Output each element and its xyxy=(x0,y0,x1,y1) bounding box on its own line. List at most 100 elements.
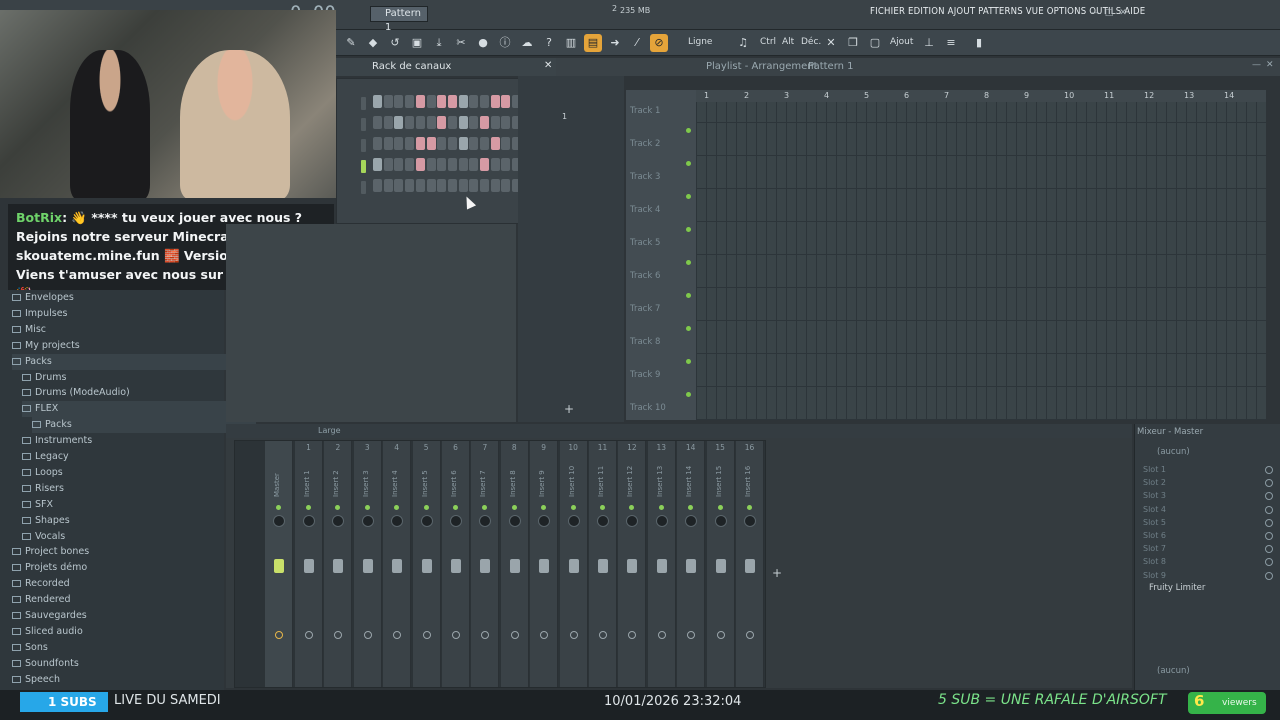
step-button[interactable] xyxy=(415,158,425,171)
step-button[interactable] xyxy=(437,116,447,129)
browser-item[interactable]: Recorded xyxy=(12,576,70,592)
insert-led[interactable] xyxy=(335,505,341,510)
step-button[interactable] xyxy=(447,158,457,171)
step-button[interactable] xyxy=(373,137,382,150)
step-button[interactable] xyxy=(447,95,457,108)
step-button[interactable] xyxy=(383,158,393,171)
step-button[interactable] xyxy=(447,137,457,150)
limiter-slot[interactable]: Fruity Limiter xyxy=(1149,583,1205,593)
step-button[interactable] xyxy=(415,137,425,150)
insert-strip[interactable]: 4 Insert 4 xyxy=(383,441,412,687)
insert-fader[interactable] xyxy=(509,559,520,573)
insert-pan-knob[interactable] xyxy=(332,515,345,527)
step-button[interactable] xyxy=(437,179,447,192)
track-label[interactable]: Track 7 xyxy=(630,304,660,314)
step-button[interactable] xyxy=(458,137,468,150)
insert-led[interactable] xyxy=(747,505,752,510)
insert-strip[interactable]: 2 Insert 2 xyxy=(324,441,353,687)
insert-route-icon[interactable] xyxy=(569,631,578,639)
browser-item[interactable]: Soundfonts xyxy=(12,656,79,672)
step-button[interactable] xyxy=(383,179,393,192)
channel-led[interactable] xyxy=(361,97,366,110)
copy-icon[interactable]: ❐ xyxy=(844,34,862,52)
insert-led[interactable] xyxy=(658,505,664,510)
playlist-close-icon[interactable]: ✕ xyxy=(1266,60,1274,70)
step-button[interactable] xyxy=(405,137,415,150)
info-icon[interactable]: ⓘ xyxy=(496,34,514,52)
step-button[interactable] xyxy=(490,158,500,171)
step-button[interactable] xyxy=(480,158,489,171)
step-button[interactable] xyxy=(373,158,382,171)
scissors-icon[interactable]: ✕ xyxy=(822,34,840,52)
insert-fader[interactable] xyxy=(392,559,403,573)
insert-route-icon[interactable] xyxy=(746,631,754,639)
ajout-button[interactable]: Ajout xyxy=(890,37,913,47)
step-button[interactable] xyxy=(394,95,404,108)
track-label[interactable]: Track 8 xyxy=(630,337,660,347)
insert-route-icon[interactable] xyxy=(452,631,460,639)
step-button[interactable] xyxy=(394,137,404,150)
step-button[interactable] xyxy=(426,95,436,108)
export-icon[interactable]: ⤓ xyxy=(430,34,448,52)
undo-icon[interactable]: ↺ xyxy=(386,34,404,52)
insert-strip[interactable]: 6 Insert 6 xyxy=(442,441,470,687)
browser-icon[interactable]: ▥ xyxy=(562,34,580,52)
insert-route-icon[interactable] xyxy=(510,631,519,639)
mixer-input-selector[interactable]: (aucun) xyxy=(1157,447,1190,457)
insert-led[interactable] xyxy=(394,505,400,510)
browser-item[interactable]: Sauvegardes xyxy=(12,608,87,624)
slot-enable-icon[interactable] xyxy=(1265,466,1273,474)
browser-item[interactable]: Projets démo xyxy=(12,560,87,576)
brush-icon[interactable]: ⁄ xyxy=(628,34,646,52)
browser-item[interactable]: Impulses xyxy=(12,306,68,322)
maximize-icon[interactable]: □ xyxy=(1104,8,1114,18)
insert-route-icon[interactable] xyxy=(363,631,372,639)
insert-pan-knob[interactable] xyxy=(479,515,492,527)
cloud-icon[interactable]: ☁ xyxy=(518,34,536,52)
step-button[interactable] xyxy=(373,116,382,129)
effect-slot[interactable]: Slot 8 xyxy=(1143,557,1166,566)
insert-led[interactable] xyxy=(717,505,723,510)
insert-strip[interactable]: 3 Insert 3 xyxy=(353,441,382,687)
track-label[interactable]: Track 6 xyxy=(630,271,660,281)
insert-route-icon[interactable] xyxy=(599,631,607,639)
step-button[interactable] xyxy=(394,179,404,192)
browser-item[interactable]: Misc xyxy=(12,322,46,338)
insert-fader[interactable] xyxy=(715,559,726,573)
effect-slot[interactable]: Slot 7 xyxy=(1143,544,1166,553)
track-label[interactable]: Track 1 xyxy=(630,106,660,116)
playlist-minimize-icon[interactable]: — xyxy=(1252,60,1261,70)
effect-slot[interactable]: Slot 1 xyxy=(1143,465,1166,474)
mixer-output-selector[interactable]: (aucun) xyxy=(1157,666,1190,676)
step-button[interactable] xyxy=(394,158,404,171)
step-button[interactable] xyxy=(458,95,468,108)
alt-button[interactable]: Alt xyxy=(782,37,794,47)
step-button[interactable] xyxy=(383,137,393,150)
step-button[interactable] xyxy=(426,116,436,129)
step-button[interactable] xyxy=(415,179,425,192)
master-route-icon[interactable] xyxy=(275,631,283,639)
step-button[interactable] xyxy=(426,137,436,150)
browser-item[interactable]: Rendered xyxy=(12,592,71,608)
insert-led[interactable] xyxy=(629,505,635,510)
browser-item[interactable]: Vocals xyxy=(22,529,65,545)
insert-pan-knob[interactable] xyxy=(420,515,433,527)
insert-fader[interactable] xyxy=(451,559,461,573)
insert-led[interactable] xyxy=(364,505,370,510)
insert-pan-knob[interactable] xyxy=(303,515,315,527)
slot-enable-icon[interactable] xyxy=(1265,558,1273,567)
step-button[interactable] xyxy=(373,179,382,192)
step-button[interactable] xyxy=(437,137,447,150)
insert-pan-knob[interactable] xyxy=(626,515,639,527)
insert-led[interactable] xyxy=(600,505,605,510)
insert-route-icon[interactable] xyxy=(716,631,725,639)
step-button[interactable] xyxy=(480,95,489,108)
insert-strip[interactable]: 8 Insert 8 xyxy=(500,441,529,687)
track-mute-led[interactable] xyxy=(686,293,691,298)
step-button[interactable] xyxy=(490,137,500,150)
browser-item[interactable]: Drums xyxy=(22,370,66,386)
browser-item[interactable]: Instruments xyxy=(22,433,92,449)
insert-strip[interactable]: 16 Insert 16 xyxy=(736,441,764,687)
track-label[interactable]: Track 9 xyxy=(630,370,660,380)
step-button[interactable] xyxy=(437,158,447,171)
